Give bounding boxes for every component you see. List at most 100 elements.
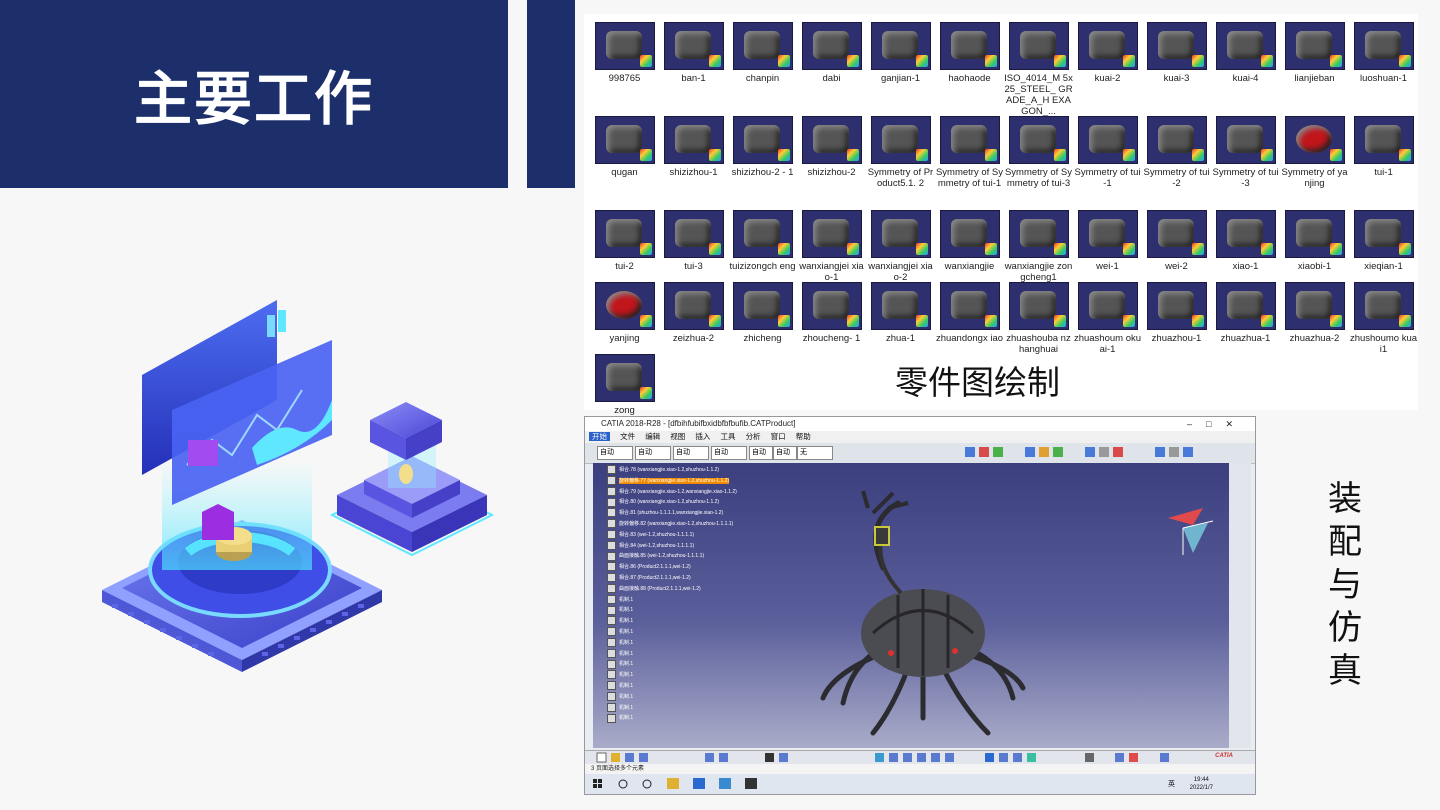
part-file-item[interactable]: zong (590, 354, 659, 416)
menu-view[interactable]: 视图 (670, 432, 685, 441)
menu-edit[interactable]: 编辑 (645, 432, 660, 441)
menu-file[interactable]: 文件 (620, 432, 635, 441)
part-file-item[interactable]: kuai-3 (1142, 22, 1211, 84)
style-select-1[interactable]: 自动 (597, 446, 633, 460)
part-file-item[interactable]: yanjing (590, 282, 659, 344)
toolbar-icons[interactable] (965, 446, 1225, 460)
part-file-item[interactable]: xiao-1 (1211, 210, 1280, 272)
robot-spider-model[interactable] (813, 483, 1033, 743)
taskbar-clock[interactable]: 19:44 2022/1/7 (1190, 776, 1213, 792)
menu-tools[interactable]: 工具 (720, 432, 735, 441)
part-file-item[interactable]: Symmetry of tui-2 (1142, 116, 1211, 189)
menu-start[interactable]: 开始 (589, 432, 610, 441)
tree-node[interactable]: 旋转偏移.77 (wanxiangjie.xiao-1.2,shuzhou-1.… (607, 475, 757, 487)
part-file-item[interactable]: shizizhou-2 (797, 116, 866, 178)
bottom-toolbar-icons[interactable] (585, 751, 1245, 765)
style-select-2[interactable]: 自动 (635, 446, 671, 460)
part-file-item[interactable]: xieqian-1 (1349, 210, 1418, 272)
part-file-item[interactable]: wanxiangjie (935, 210, 1004, 272)
style-select-4[interactable]: 自动 (711, 446, 747, 460)
part-file-item[interactable]: ISO_4014_M 5x25_STEEL_ GRADE_A_H EXAGON_… (1004, 22, 1073, 117)
part-file-item[interactable]: 998765 (590, 22, 659, 84)
tray-language[interactable]: 英 (1168, 779, 1175, 789)
menu-window[interactable]: 窗口 (771, 432, 786, 441)
part-file-item[interactable]: shizizhou-1 (659, 116, 728, 178)
style-select-7[interactable]: 无 (797, 446, 833, 460)
window-controls[interactable]: –□✕ (1187, 417, 1247, 431)
tree-node[interactable]: 相合.80 (wanxiangjie.xiao-1.2,shuzhou-1.1.… (607, 497, 757, 508)
part-file-item[interactable]: zhicheng (728, 282, 797, 344)
part-file-item[interactable]: kuai-4 (1211, 22, 1280, 84)
tree-node[interactable]: 机制.1 (607, 659, 757, 670)
tree-node[interactable]: 相合.86 (Product2.1.1.1,wei-1.2) (607, 562, 757, 573)
part-file-item[interactable]: shizizhou-2 - 1 (728, 116, 797, 178)
part-file-item[interactable]: haohaode (935, 22, 1004, 84)
part-file-item[interactable]: tui-3 (659, 210, 728, 272)
tree-node[interactable]: 旋转偏移.82 (wanxiangjie.xiao-1.2,shuzhou-1.… (607, 519, 757, 530)
tree-node[interactable]: 相合.79 (wanxiangjie.xiao-1.2,wanxiangjie.… (607, 486, 757, 498)
part-file-item[interactable]: zhuashoum okuai-1 (1073, 282, 1142, 355)
bottom-toolbar[interactable]: CATIA (585, 750, 1255, 765)
tree-node[interactable]: 机制.1 (607, 702, 757, 714)
part-file-item[interactable]: zhushoumo kuai1 (1349, 282, 1418, 355)
menu-insert[interactable]: 插入 (695, 432, 710, 441)
part-file-item[interactable]: zhuazhua-1 (1211, 282, 1280, 344)
tree-node[interactable]: 机制.1 (607, 605, 757, 616)
part-file-item[interactable]: wanxiangjie zongcheng1 (1004, 210, 1073, 283)
part-file-item[interactable]: dabi (797, 22, 866, 84)
part-file-item[interactable]: zhuashouba nzhanghuai (1004, 282, 1073, 355)
tree-node[interactable]: 机制.1 (607, 637, 757, 649)
part-file-item[interactable]: wanxiangjei xiao-2 (866, 210, 935, 283)
part-file-item[interactable]: qugan (590, 116, 659, 178)
tree-node[interactable]: 曲面接触.85 (wei-1.2,shuzhou-1.1.1.1) (607, 551, 757, 562)
tree-node[interactable]: 相合.83 (wei-1.2,shuzhou-1.1.1.1) (607, 529, 757, 541)
style-select-3[interactable]: 自动 (673, 446, 709, 460)
style-select-6[interactable]: 自动 (773, 446, 797, 460)
part-file-item[interactable]: wanxiangjei xiao-1 (797, 210, 866, 283)
specification-tree[interactable]: 相合.78 (wanxiangjie.xiao-1.2,shuzhou-1.1.… (607, 465, 757, 724)
tree-node[interactable]: 相合.84 (wei-1.2,shuzhou-1.1.1.1) (607, 540, 757, 552)
tree-node[interactable]: 曲面接触.88 (Product2.1.1.1,wei-1.2) (607, 583, 757, 595)
part-file-item[interactable]: Symmetry of Symmetry of tui-3 (1004, 116, 1073, 189)
part-file-item[interactable]: zhuazhou-1 (1142, 282, 1211, 344)
part-file-item[interactable]: zhuazhua-2 (1280, 282, 1349, 344)
tree-node[interactable]: 机制.1 (607, 713, 757, 724)
part-file-item[interactable]: Symmetry of Symmetry of tui-1 (935, 116, 1004, 189)
tree-node[interactable]: 机制.1 (607, 670, 757, 681)
tree-node[interactable]: 相合.87 (Product2.1.1.1,wei-1.2) (607, 573, 757, 584)
part-file-item[interactable]: Symmetry of tui-1 (1073, 116, 1142, 189)
part-file-item[interactable]: tui-2 (590, 210, 659, 272)
part-file-item[interactable]: luoshuan-1 (1349, 22, 1418, 84)
part-file-item[interactable]: zhuandongx iao (935, 282, 1004, 344)
part-file-item[interactable]: ganjian-1 (866, 22, 935, 84)
style-select-5[interactable]: 自动 (749, 446, 773, 460)
tree-node[interactable]: 机制.1 (607, 691, 757, 703)
part-file-item[interactable]: tui-1 (1349, 116, 1418, 178)
tree-node[interactable]: 相合.78 (wanxiangjie.xiao-1.2,shuzhou-1.1.… (607, 465, 757, 476)
tree-node[interactable]: 相合.81 (shuzhou-1.1.1.1,wanxiangjie.xiao-… (607, 508, 757, 519)
menu-analyze[interactable]: 分析 (746, 432, 761, 441)
part-file-item[interactable]: Symmetry of yanjing (1280, 116, 1349, 189)
part-file-item[interactable]: Symmetry of tui-3 (1211, 116, 1280, 189)
part-file-item[interactable]: tuizizongch eng (728, 210, 797, 272)
part-file-item[interactable]: xiaobi-1 (1280, 210, 1349, 272)
catia-3d-viewport[interactable]: 相合.78 (wanxiangjie.xiao-1.2,shuzhou-1.1.… (593, 463, 1238, 748)
tree-node[interactable]: 机制.1 (607, 648, 757, 660)
part-file-item[interactable]: zeizhua-2 (659, 282, 728, 344)
part-file-item[interactable]: ban-1 (659, 22, 728, 84)
tree-node[interactable]: 机制.1 (607, 594, 757, 606)
tree-node[interactable]: 机制.1 (607, 627, 757, 638)
taskbar-icons[interactable] (585, 774, 785, 794)
part-file-item[interactable]: lianjieban (1280, 22, 1349, 84)
part-file-item[interactable]: kuai-2 (1073, 22, 1142, 84)
part-file-item[interactable]: zhua-1 (866, 282, 935, 344)
compass-icon[interactable] (1163, 503, 1223, 558)
menu-help[interactable]: 帮助 (796, 432, 811, 441)
part-file-item[interactable]: chanpin (728, 22, 797, 84)
part-file-item[interactable]: zhoucheng- 1 (797, 282, 866, 344)
right-toolbar[interactable] (1229, 463, 1251, 748)
part-file-item[interactable]: wei-2 (1142, 210, 1211, 272)
tree-node[interactable]: 机制.1 (607, 616, 757, 627)
part-file-item[interactable]: wei-1 (1073, 210, 1142, 272)
part-file-item[interactable]: Symmetry of Product5.1. 2 (866, 116, 935, 189)
